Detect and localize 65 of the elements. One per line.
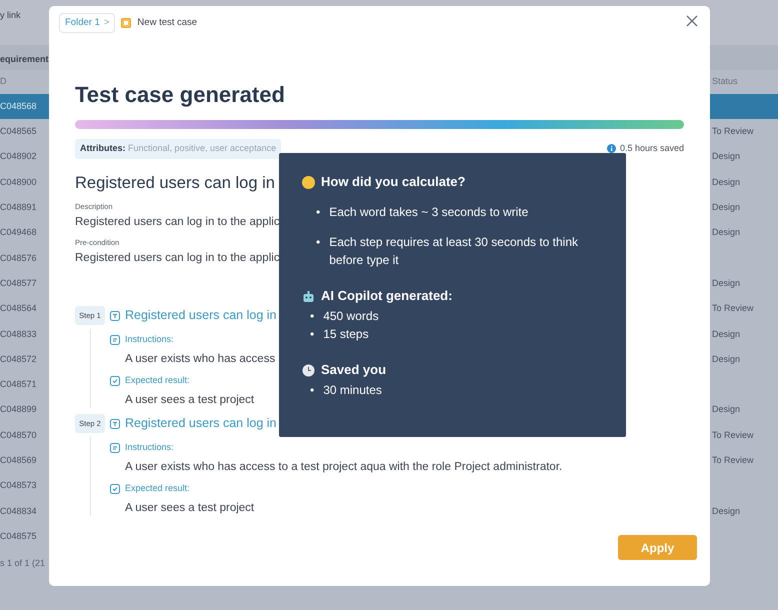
table-cell: To Review [712, 430, 754, 440]
breadcrumb-link[interactable]: Folder 1 > [59, 12, 116, 34]
dialog-title: Test case generated [75, 82, 285, 108]
instructions-label: Instructions: [125, 332, 174, 346]
instructions-text: A user exists who has access to a test project aqua with the role Project administrator. [125, 460, 562, 474]
table-cell-text: C048899 [0, 403, 37, 416]
expected-result-text: A user sees a test project [125, 500, 254, 516]
column-header: D [0, 75, 6, 88]
bullet-text: Each word takes ~ 3 seconds to write [329, 204, 528, 221]
description-text: Registered users can log in to the applic [75, 214, 280, 230]
close-icon[interactable] [686, 15, 698, 27]
step-icon [110, 418, 120, 428]
info-icon [606, 144, 616, 154]
instructions-text: A user exists who has access [125, 352, 276, 366]
apply-button[interactable]: Apply [618, 535, 697, 560]
table-cell-text: C048902 [0, 150, 37, 164]
table-cell-text: C048565 [0, 125, 37, 138]
bullet-text: 15 steps [323, 326, 369, 343]
column-header: Status [712, 76, 738, 86]
check-icon [110, 376, 120, 386]
table-cell: To Review [712, 303, 754, 314]
step-title: Registered users can log in [125, 415, 276, 432]
table-cell: Design [712, 151, 740, 162]
robot-icon [302, 290, 315, 302]
breadcrumb-current: New test case [137, 16, 198, 30]
expected-result-label: Expected result: [125, 482, 190, 495]
section-title: AI Copilot generated: [321, 287, 452, 305]
table-cell-text: C048564 [0, 302, 37, 316]
link-text[interactable]: y link [0, 10, 21, 20]
test-case-heading: Registered users can log in [75, 172, 275, 194]
table-cell: Design [712, 227, 740, 238]
step-icon [110, 310, 120, 320]
section-title: Saved you [321, 361, 386, 379]
bullet: • [310, 308, 314, 325]
time-saved-text: 0.5 hours saved [620, 142, 684, 155]
bullet: • [310, 326, 314, 343]
table-cell-text: C048569 [0, 454, 37, 468]
expected-result-text: A user sees a test project [125, 392, 254, 408]
table-cell: To Review [712, 126, 754, 136]
popover-title: How did you calculate? [321, 173, 466, 191]
bullet-text: 450 words [323, 308, 379, 325]
bullet: • [310, 382, 314, 399]
test-case-icon [121, 18, 132, 28]
expected-result-label: Expected result: [125, 374, 190, 387]
bullet: • [316, 234, 320, 251]
table-cell-text: C048568 [0, 100, 37, 113]
table-cell-text: C049468 [0, 226, 37, 240]
pagination-text: s 1 of 1 (21 [0, 558, 46, 568]
table-cell: To Review [712, 455, 754, 466]
table-cell: Design [712, 404, 740, 414]
instructions-label: Instructions: [125, 440, 174, 454]
attributes-text: Attributes: Functional, positive, user acceptance [75, 139, 282, 158]
step-title: Registered users can log in [125, 307, 276, 324]
bullet-text: 30 minutes [323, 382, 382, 399]
bullet-text: Each step requires at least 30 seconds to think before type it [329, 234, 580, 269]
table-cell-text: C048577 [0, 276, 37, 290]
table-cell-text: C048570 [0, 428, 37, 442]
bullet: • [316, 204, 320, 221]
table-cell: Design [712, 278, 740, 288]
note-icon [110, 442, 120, 452]
clock-icon [302, 364, 315, 376]
note-icon [110, 334, 120, 344]
column-header: equirement [0, 54, 49, 64]
precondition-text: Registered users can log in to the applic [75, 250, 280, 266]
check-icon [110, 484, 120, 494]
